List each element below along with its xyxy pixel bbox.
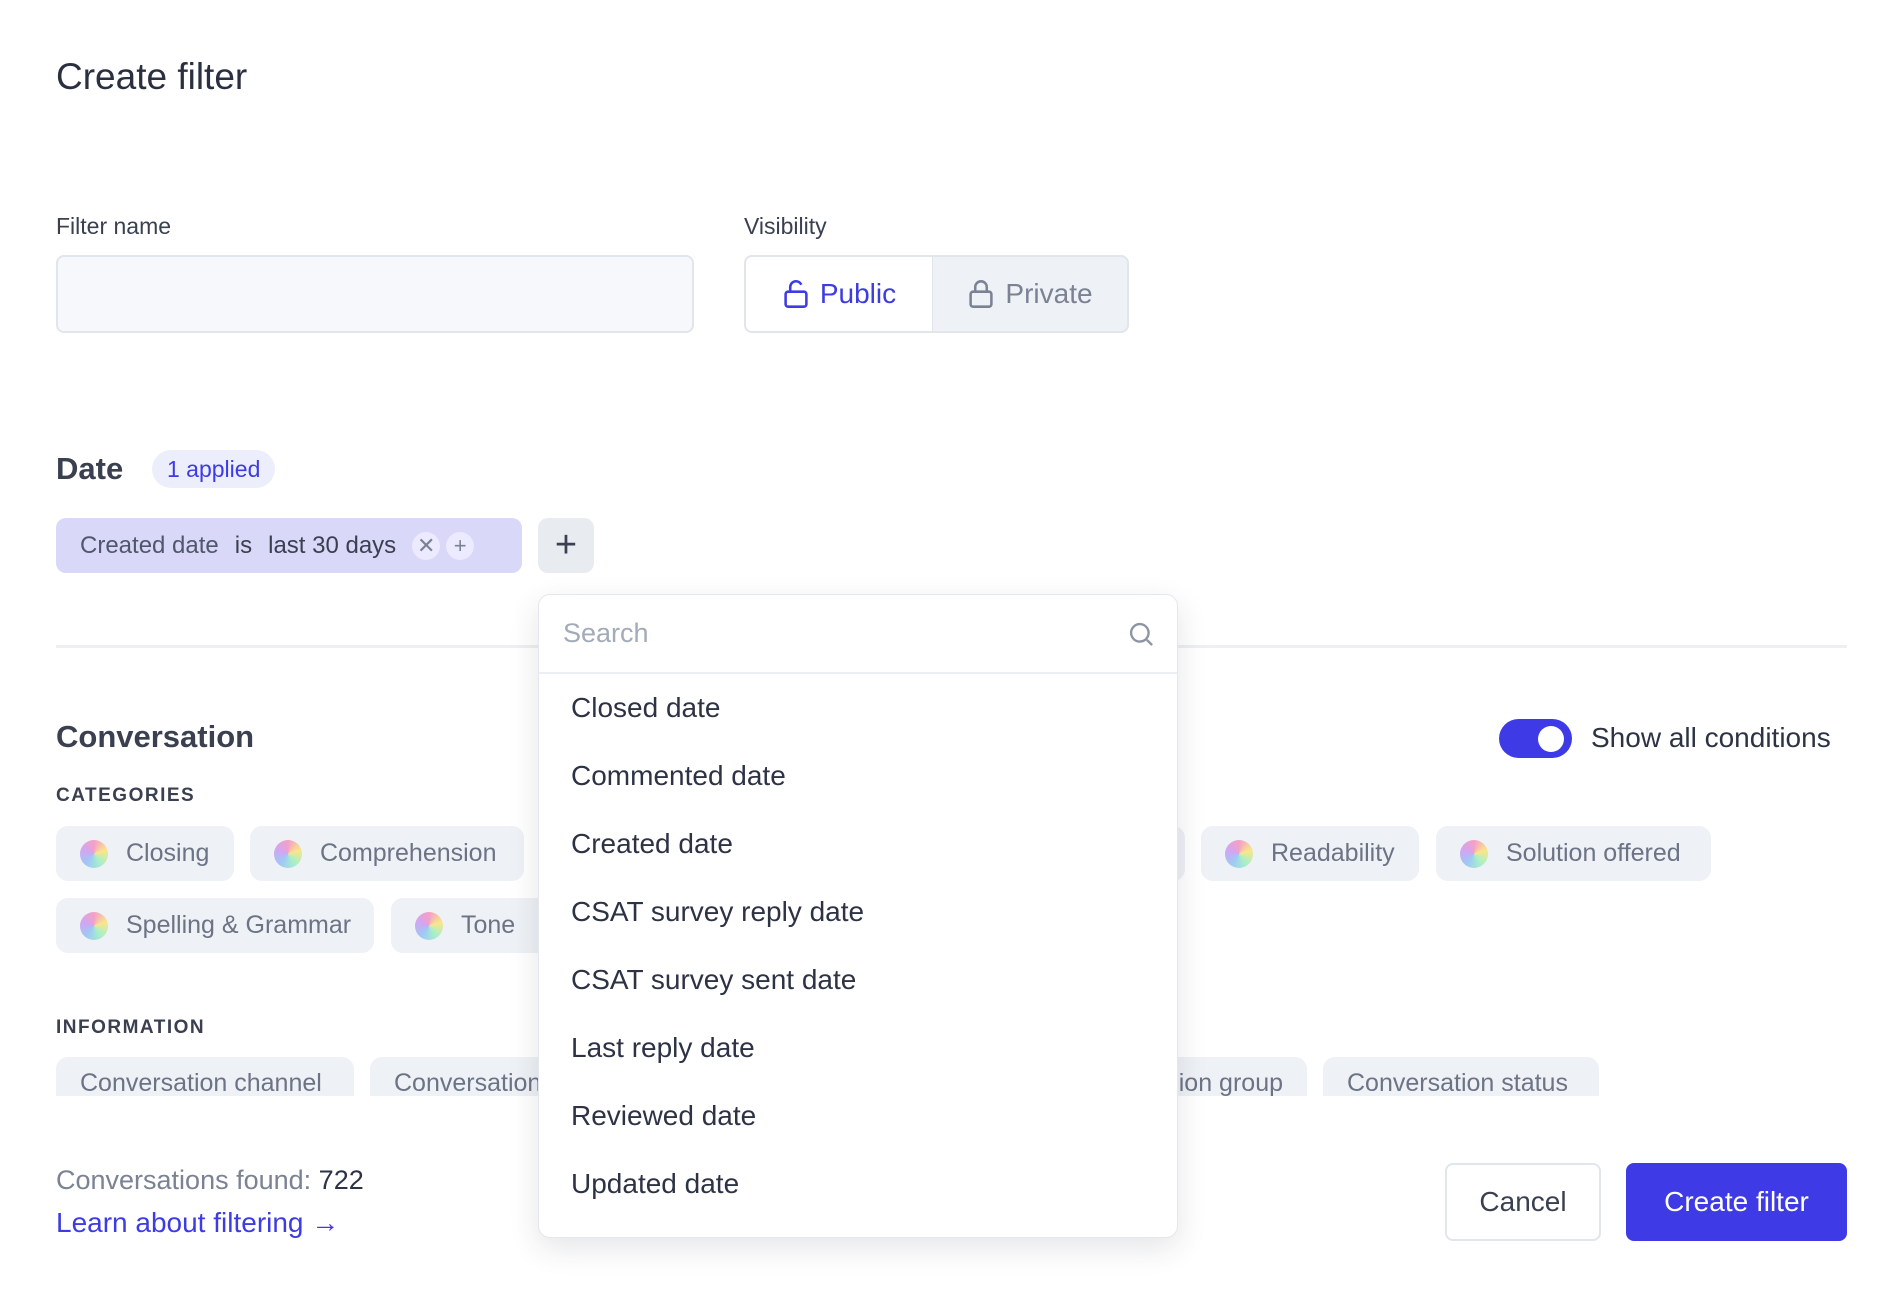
- date-heading: Date: [56, 451, 124, 486]
- visibility-label: Visibility: [744, 213, 827, 239]
- condition-value[interactable]: last 30 days: [268, 532, 396, 560]
- found-label: Conversations found:: [56, 1165, 312, 1195]
- search-icon: [1129, 622, 1153, 646]
- dropdown-item-closed-date[interactable]: Closed date: [539, 674, 1177, 742]
- dropdown-item-csat-reply-date[interactable]: CSAT survey reply date: [539, 878, 1177, 946]
- lock-icon: [969, 280, 994, 308]
- category-label: Tone: [461, 911, 516, 939]
- learn-about-filtering-link[interactable]: Learn about filtering →: [56, 1207, 339, 1239]
- info-conversation-status[interactable]: Conversation status: [1323, 1057, 1599, 1096]
- category-orb-icon: [1460, 839, 1488, 868]
- condition-field[interactable]: Created date: [80, 532, 219, 560]
- category-orb-icon: [1225, 839, 1253, 868]
- unlock-icon: [784, 280, 808, 308]
- category-closing[interactable]: Closing: [56, 826, 234, 881]
- search-input[interactable]: [563, 618, 1083, 649]
- add-date-condition-button[interactable]: +: [538, 518, 594, 573]
- information-label: INFORMATION: [56, 1017, 206, 1038]
- visibility-private-option[interactable]: Private: [933, 257, 1127, 331]
- found-count: 722: [318, 1165, 364, 1195]
- visibility-public-option[interactable]: Public: [746, 257, 933, 331]
- show-all-conditions-toggle[interactable]: [1499, 719, 1572, 758]
- category-label: Readability: [1271, 839, 1395, 867]
- condition-operator[interactable]: is: [235, 532, 252, 560]
- category-solution-offered[interactable]: Solution offered: [1436, 826, 1711, 881]
- dropdown-search: [539, 595, 1177, 674]
- dropdown-item-created-date[interactable]: Created date: [539, 810, 1177, 878]
- filter-name-input[interactable]: [56, 255, 694, 333]
- dropdown-item-commented-date[interactable]: Commented date: [539, 742, 1177, 810]
- applied-badge: 1 applied: [152, 450, 276, 488]
- date-condition-chip[interactable]: Created date is last 30 days ✕ +: [56, 518, 522, 573]
- category-comprehension[interactable]: Comprehension: [250, 826, 524, 881]
- info-conversation-channel[interactable]: Conversation channel: [56, 1057, 354, 1096]
- conversation-heading: Conversation: [56, 719, 255, 754]
- cancel-button[interactable]: Cancel: [1445, 1163, 1601, 1241]
- category-spelling-grammar[interactable]: Spelling & Grammar: [56, 898, 374, 953]
- categories-label: CATEGORIES: [56, 785, 196, 806]
- category-label: Solution offered: [1506, 839, 1681, 867]
- category-label: Comprehension: [320, 839, 497, 867]
- dropdown-item-reviewed-date[interactable]: Reviewed date: [539, 1082, 1177, 1150]
- remove-condition-icon[interactable]: ✕: [412, 531, 441, 560]
- category-label: Closing: [126, 839, 210, 867]
- category-readability[interactable]: Readability: [1201, 826, 1419, 881]
- show-all-conditions-label: Show all conditions: [1591, 722, 1831, 753]
- add-or-condition-icon[interactable]: +: [446, 531, 475, 560]
- dropdown-item-updated-date[interactable]: Updated date: [539, 1150, 1177, 1218]
- date-field-dropdown: Closed date Commented date Created date …: [538, 594, 1178, 1238]
- category-orb-icon: [80, 839, 108, 868]
- category-orb-icon: [80, 911, 108, 940]
- category-orb-icon: [274, 839, 302, 868]
- public-label: Public: [819, 278, 897, 309]
- page-title: Create filter: [56, 56, 248, 97]
- filter-name-label: Filter name: [56, 213, 172, 239]
- category-label: Spelling & Grammar: [126, 911, 352, 939]
- dropdown-item-last-reply-date[interactable]: Last reply date: [539, 1014, 1177, 1082]
- category-tone[interactable]: Tone: [391, 898, 551, 953]
- dropdown-item-csat-sent-date[interactable]: CSAT survey sent date: [539, 946, 1177, 1014]
- private-label: Private: [1005, 278, 1093, 309]
- visibility-toggle: Public Private: [744, 255, 1129, 333]
- create-filter-button[interactable]: Create filter: [1626, 1163, 1847, 1241]
- conversations-found: Conversations found: 722: [56, 1165, 364, 1196]
- plus-icon: +: [554, 524, 578, 566]
- category-orb-icon: [415, 911, 443, 940]
